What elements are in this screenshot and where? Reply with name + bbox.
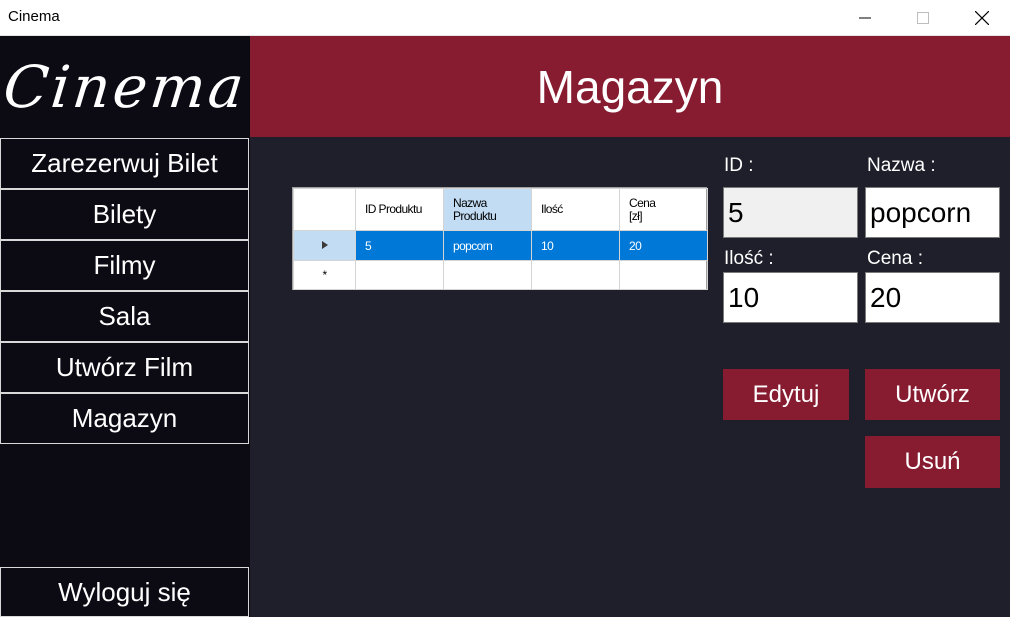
- page-header: Magazyn: [250, 36, 1010, 137]
- create-button[interactable]: Utwórz: [865, 369, 1000, 420]
- qty-field[interactable]: 10: [723, 272, 858, 323]
- cell-id[interactable]: 5: [355, 230, 444, 261]
- nav-films-button[interactable]: Filmy: [0, 240, 249, 291]
- id-field[interactable]: 5: [723, 187, 858, 238]
- logo-text: Cinema: [0, 53, 250, 121]
- price-field[interactable]: 20: [865, 272, 1000, 323]
- name-label: Nazwa :: [867, 155, 936, 176]
- maximize-icon: [917, 12, 929, 24]
- minimize-icon: [859, 17, 871, 19]
- window-title: Cinema: [8, 8, 60, 25]
- column-header-id[interactable]: ID Produktu: [355, 188, 444, 231]
- current-row-arrow-icon: [321, 240, 328, 249]
- table-row[interactable]: 5 popcorn 10 20: [293, 230, 708, 261]
- sidebar: Cinema Zarezerwuj Bilet Bilety Filmy Sal…: [0, 36, 250, 617]
- maximize-button[interactable]: [895, 0, 951, 36]
- edit-button[interactable]: Edytuj: [723, 369, 849, 420]
- grid-corner-header: [293, 188, 356, 231]
- column-header-name[interactable]: Nazwa Produktu: [443, 188, 532, 231]
- minimize-button[interactable]: [837, 0, 893, 36]
- new-cell-name[interactable]: [443, 260, 532, 290]
- close-button[interactable]: [954, 0, 1010, 36]
- new-cell-price[interactable]: [619, 260, 708, 290]
- nav-create-film-button[interactable]: Utwórz Film: [0, 342, 249, 393]
- nav-tickets-button[interactable]: Bilety: [0, 189, 249, 240]
- title-bar: Cinema: [0, 0, 1010, 36]
- nav-reserve-ticket-button[interactable]: Zarezerwuj Bilet: [0, 138, 249, 189]
- new-row[interactable]: *: [293, 260, 708, 290]
- new-cell-qty[interactable]: [531, 260, 620, 290]
- nav-hall-button[interactable]: Sala: [0, 291, 249, 342]
- products-grid[interactable]: ID Produktu Nazwa Produktu Ilość Cena [z…: [292, 187, 708, 290]
- cell-price[interactable]: 20: [619, 230, 708, 261]
- price-label: Cena :: [867, 248, 923, 269]
- logout-button[interactable]: Wyloguj się: [0, 567, 249, 617]
- id-label: ID :: [724, 155, 754, 176]
- cell-name[interactable]: popcorn: [443, 230, 532, 261]
- column-header-price[interactable]: Cena [zł]: [619, 188, 708, 231]
- logo: Cinema: [0, 36, 250, 138]
- new-row-marker: *: [293, 260, 356, 290]
- row-header[interactable]: [293, 230, 356, 261]
- delete-button[interactable]: Usuń: [865, 436, 1000, 488]
- column-header-qty[interactable]: Ilość: [531, 188, 620, 231]
- page-title: Magazyn: [536, 60, 724, 113]
- nav-warehouse-button[interactable]: Magazyn: [0, 393, 249, 444]
- name-field[interactable]: popcorn: [865, 187, 1000, 238]
- cell-qty[interactable]: 10: [531, 230, 620, 261]
- new-cell-id[interactable]: [355, 260, 444, 290]
- close-icon: [975, 11, 989, 25]
- qty-label: Ilość :: [724, 248, 774, 269]
